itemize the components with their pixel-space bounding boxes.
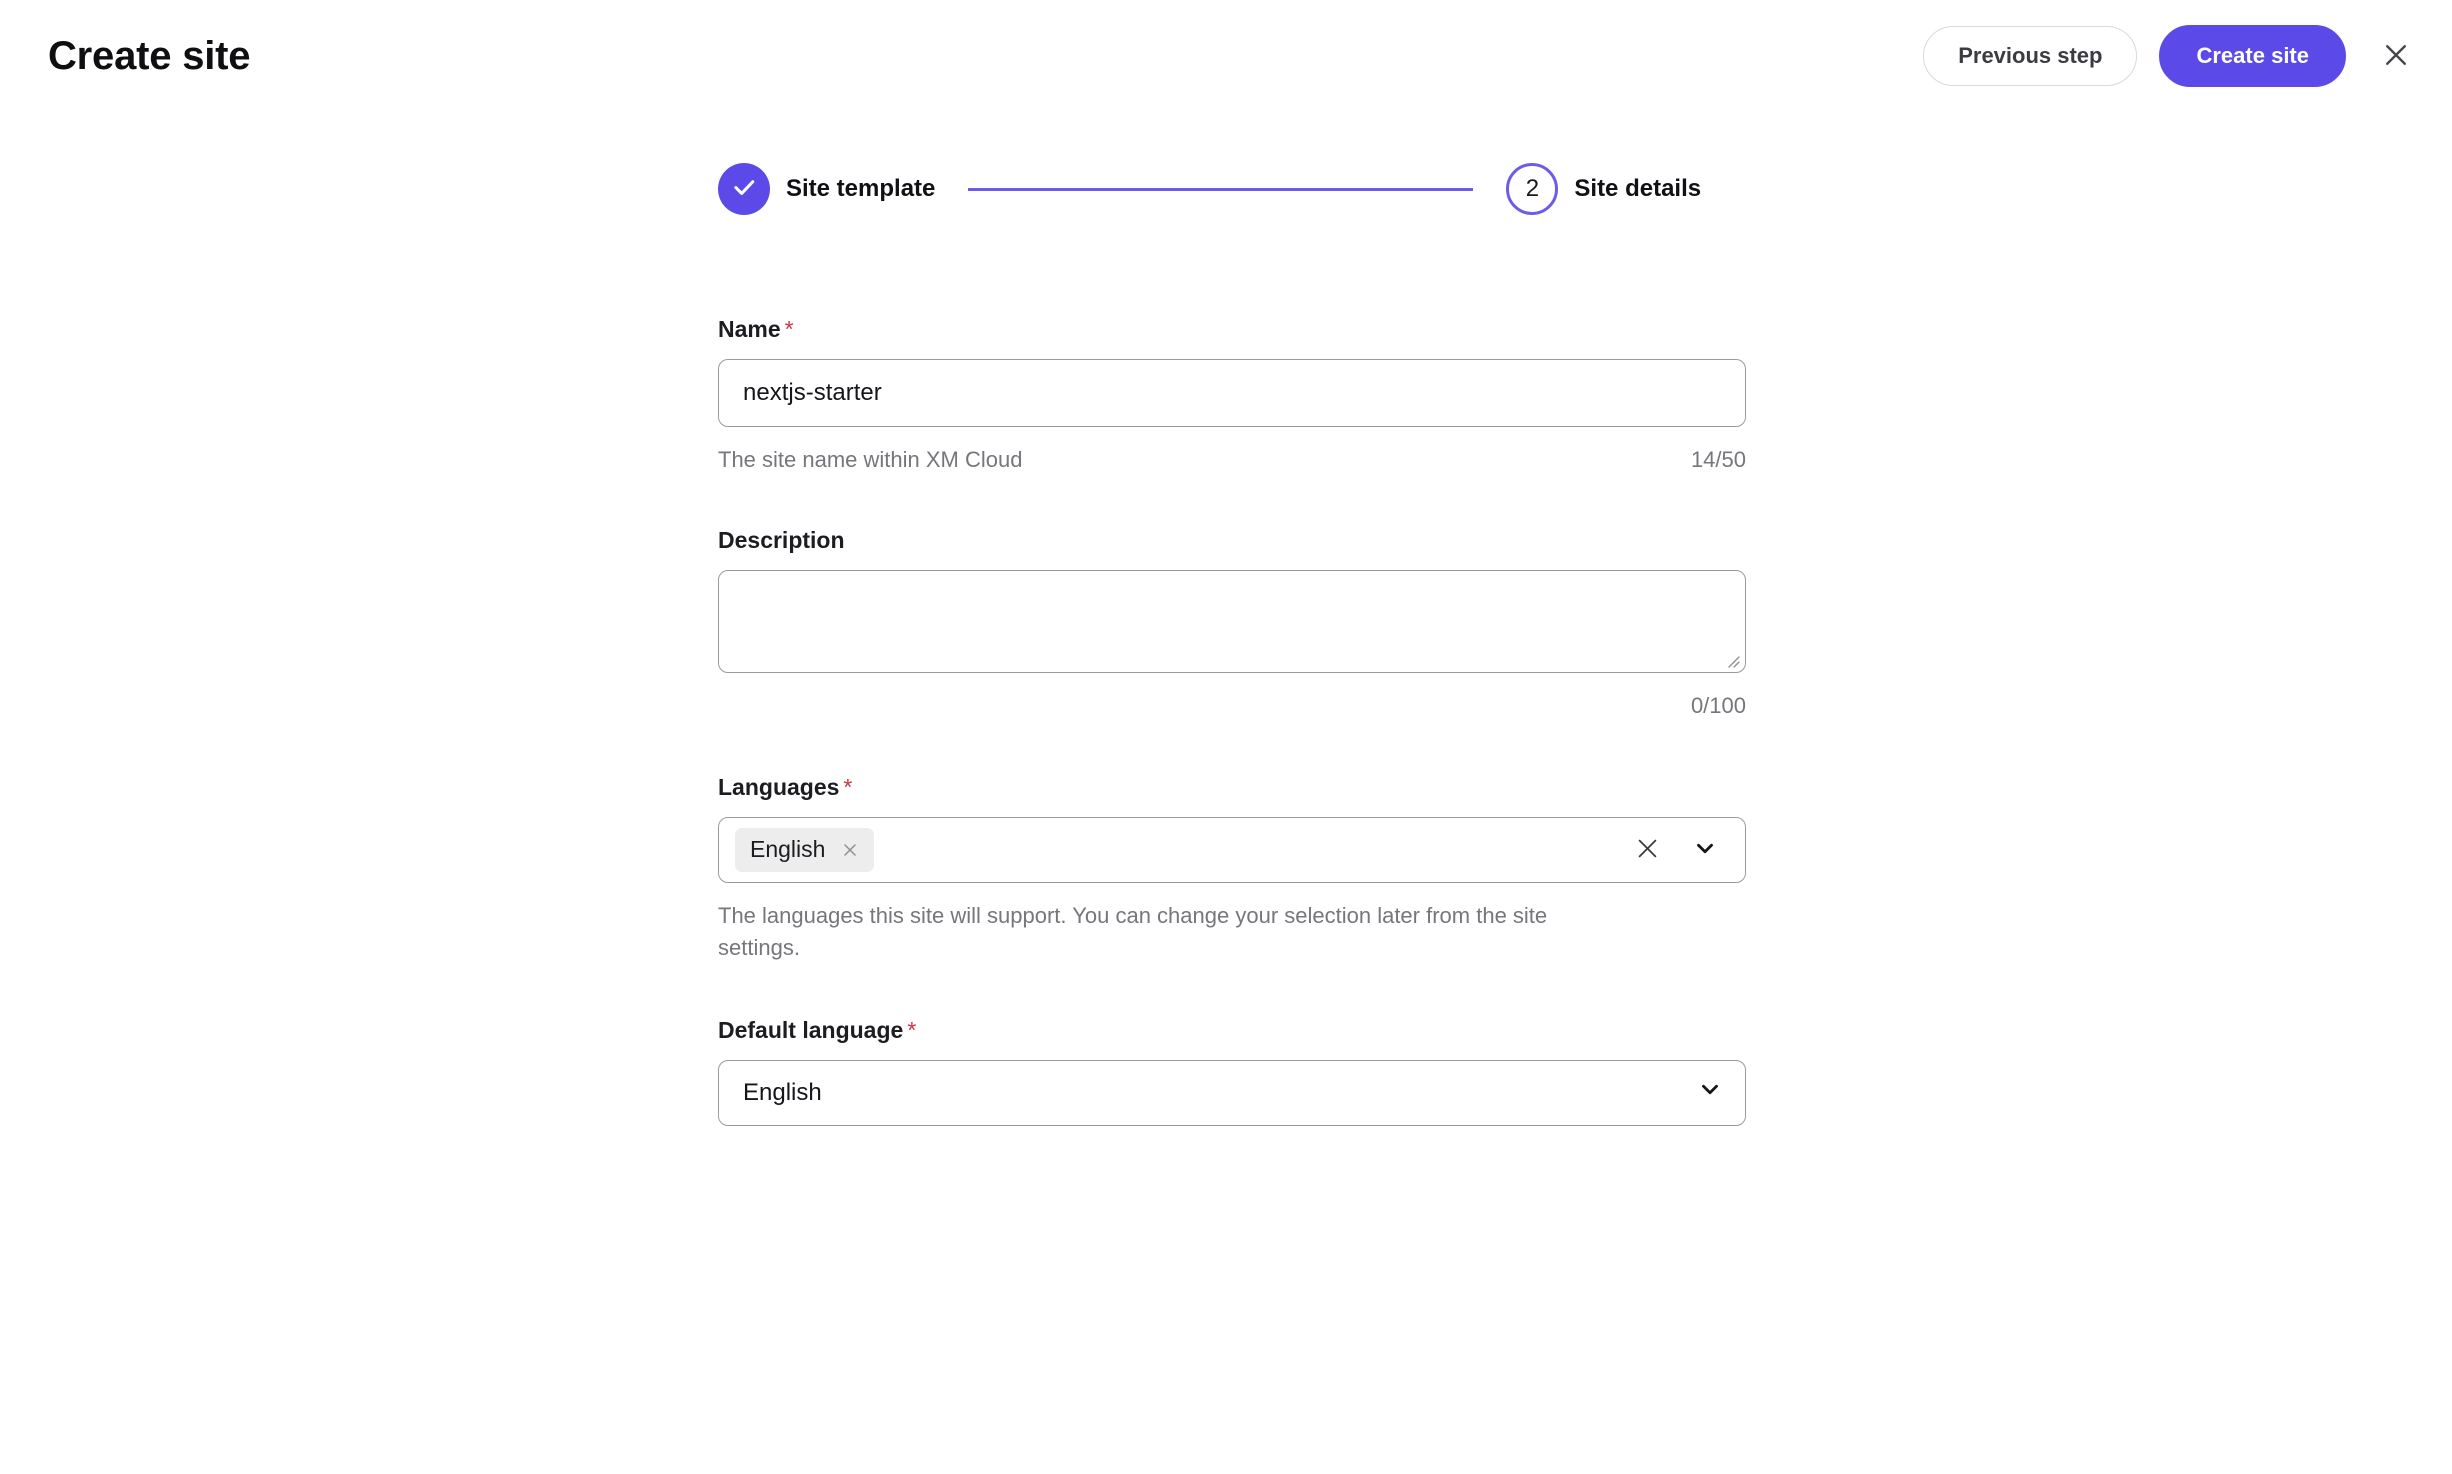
languages-helper-text: The languages this site will support. Yo… <box>718 902 1548 960</box>
languages-helper-row: The languages this site will support. Yo… <box>718 900 1746 964</box>
header-actions: Previous step Create site <box>1923 25 2424 87</box>
name-label: Name * <box>718 318 1746 341</box>
field-description: Description 0/100 <box>718 526 1746 722</box>
name-helper-text: The site name within XM Cloud <box>718 447 1023 472</box>
default-language-select[interactable]: English <box>718 1059 1746 1126</box>
languages-required-marker: * <box>843 773 853 800</box>
language-chip: English <box>735 827 875 872</box>
description-helper-row: 0/100 <box>718 690 1746 722</box>
step-label-site-details: Site details <box>1574 175 1702 202</box>
step-bullet-completed <box>718 163 770 215</box>
field-default-language: Default language * English <box>718 1016 1746 1126</box>
chip-remove-icon[interactable] <box>839 839 861 861</box>
step-site-template[interactable]: Site template <box>718 163 935 215</box>
step-bullet-active: 2 <box>1506 163 1559 215</box>
close-icon <box>2381 40 2411 73</box>
languages-label-text: Languages <box>718 773 840 800</box>
languages-multiselect[interactable]: English <box>718 816 1746 883</box>
name-character-counter: 14/50 <box>1690 447 1746 472</box>
description-label: Description <box>718 526 1746 553</box>
field-languages: Languages * English The languages this s… <box>718 773 1746 964</box>
clear-icon <box>1634 835 1661 865</box>
name-input[interactable] <box>719 360 1745 426</box>
description-textarea-wrapper <box>718 569 1746 673</box>
default-language-label-text: Default language <box>718 1016 904 1043</box>
language-chip-label: English <box>750 836 826 863</box>
page-title: Create site <box>48 34 251 78</box>
chevron-down-icon[interactable] <box>1697 1076 1723 1109</box>
description-character-counter: 0/100 <box>1690 692 1746 718</box>
default-language-label: Default language * <box>718 1016 1746 1043</box>
name-helper-row: The site name within XM Cloud 14/50 <box>718 444 1746 476</box>
check-icon <box>730 173 758 206</box>
name-required-marker: * <box>784 316 794 342</box>
default-language-value: English <box>743 1078 822 1106</box>
site-details-form: Name* The site name within XM Cloud 14/5… <box>718 318 1746 1126</box>
description-textarea[interactable] <box>719 570 1745 672</box>
description-label-text: Description <box>718 526 845 553</box>
step-label-site-template: Site template <box>786 175 936 202</box>
step-connector <box>968 187 1474 191</box>
field-name: Name* The site name within XM Cloud 14/5… <box>718 318 1746 476</box>
name-label-text: Name <box>718 316 781 342</box>
create-site-button[interactable]: Create site <box>2159 25 2346 87</box>
previous-step-button[interactable]: Previous step <box>1923 26 2138 86</box>
name-input-wrapper <box>718 359 1746 427</box>
stepper: Site template 2 Site details <box>718 163 1701 215</box>
step-site-details[interactable]: 2 Site details <box>1506 163 1701 215</box>
languages-label: Languages * <box>718 773 1746 800</box>
default-language-required-marker: * <box>907 1016 917 1043</box>
languages-actions <box>1627 830 1731 870</box>
chevron-down-icon <box>1692 835 1718 864</box>
close-button[interactable] <box>2368 28 2424 84</box>
page-header: Create site Previous step Create site <box>0 0 2452 112</box>
languages-clear-button[interactable] <box>1627 830 1667 870</box>
languages-dropdown-toggle[interactable] <box>1685 830 1725 870</box>
step-number: 2 <box>1525 175 1540 202</box>
create-site-page: Create site Previous step Create site Si… <box>0 0 2452 1474</box>
